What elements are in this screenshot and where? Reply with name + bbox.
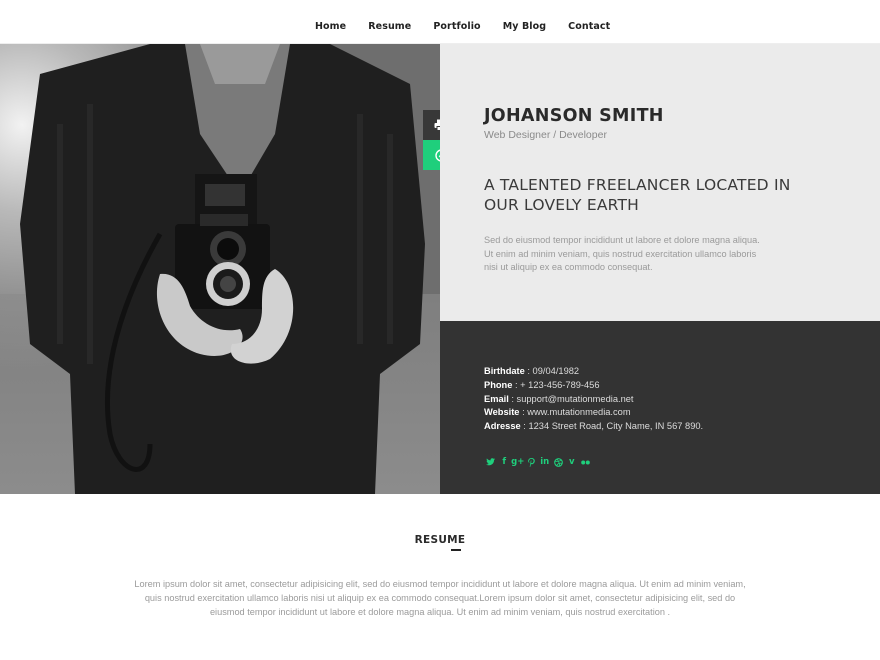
detail-email: Email : support@mutationmedia.net bbox=[484, 394, 703, 408]
nav-item-blog: My Blog bbox=[503, 16, 546, 34]
detail-birthdate: Birthdate : 09/04/1982 bbox=[484, 366, 703, 380]
social-links: f g+ in v bbox=[484, 456, 592, 468]
nav-item-contact: Contact bbox=[568, 16, 610, 34]
profile-photo bbox=[0, 44, 440, 494]
nav-item-home: Home bbox=[315, 16, 346, 34]
resume-title-text: RESUME bbox=[414, 534, 466, 546]
nav-menu: Home Resume Portfolio My Blog Contact bbox=[315, 16, 632, 34]
linkedin-icon[interactable]: in bbox=[538, 456, 552, 468]
nav-link-home[interactable]: Home bbox=[315, 21, 346, 32]
detail-label: Email bbox=[484, 393, 509, 404]
detail-value: : 1234 Street Road, City Name, IN 567 89… bbox=[520, 421, 704, 432]
facebook-icon[interactable]: f bbox=[498, 456, 512, 468]
nav-link-contact[interactable]: Contact bbox=[568, 21, 610, 32]
resume-title-underline bbox=[451, 549, 461, 551]
profile-tagline: A TALENTED FREELANCER LOCATED IN OUR LOV… bbox=[484, 176, 791, 214]
nav-link-portfolio[interactable]: Portfolio bbox=[433, 21, 480, 32]
flickr-icon[interactable] bbox=[579, 456, 593, 468]
detail-phone: Phone : + 123-456-789-456 bbox=[484, 380, 703, 394]
photographer-illustration bbox=[0, 44, 440, 494]
intro-panel: JOHANSON SMITH Web Designer / Developer … bbox=[440, 44, 880, 321]
detail-value[interactable]: : www.mutationmedia.com bbox=[519, 407, 631, 417]
profile-name: JOHANSON SMITH bbox=[484, 106, 664, 126]
profile-role: Web Designer / Developer bbox=[484, 129, 607, 141]
pinterest-icon[interactable] bbox=[525, 456, 539, 468]
resume-description: Lorem ipsum dolor sit amet, consectetur … bbox=[134, 579, 746, 617]
resume-title: RESUME bbox=[0, 534, 880, 551]
detail-value[interactable]: : support@mutationmedia.net bbox=[509, 394, 633, 404]
detail-label: Birthdate bbox=[484, 366, 525, 376]
dribbble-icon[interactable] bbox=[552, 456, 566, 468]
nav-link-resume[interactable]: Resume bbox=[368, 21, 411, 32]
detail-value: : + 123-456-789-456 bbox=[512, 379, 600, 390]
twitter-icon[interactable] bbox=[484, 456, 498, 468]
profile-description: Sed do eiusmod tempor incididunt ut labo… bbox=[484, 235, 760, 273]
contact-details: Birthdate : 09/04/1982 Phone : + 123-456… bbox=[484, 366, 703, 435]
nav-item-resume: Resume bbox=[368, 16, 411, 34]
google-plus-icon[interactable]: g+ bbox=[511, 456, 525, 468]
top-navigation: Home Resume Portfolio My Blog Contact bbox=[0, 0, 880, 44]
detail-value: : 09/04/1982 bbox=[524, 366, 580, 376]
details-panel: Birthdate : 09/04/1982 Phone : + 123-456… bbox=[440, 321, 880, 494]
vimeo-icon[interactable]: v bbox=[565, 456, 579, 468]
detail-label: Website bbox=[484, 407, 520, 418]
detail-label: Phone bbox=[484, 379, 513, 390]
detail-website: Website : www.mutationmedia.com bbox=[484, 407, 703, 421]
detail-address: Adresse : 1234 Street Road, City Name, I… bbox=[484, 421, 703, 435]
detail-label: Adresse bbox=[484, 421, 521, 432]
nav-link-blog[interactable]: My Blog bbox=[503, 21, 546, 32]
nav-item-portfolio: Portfolio bbox=[433, 16, 480, 34]
